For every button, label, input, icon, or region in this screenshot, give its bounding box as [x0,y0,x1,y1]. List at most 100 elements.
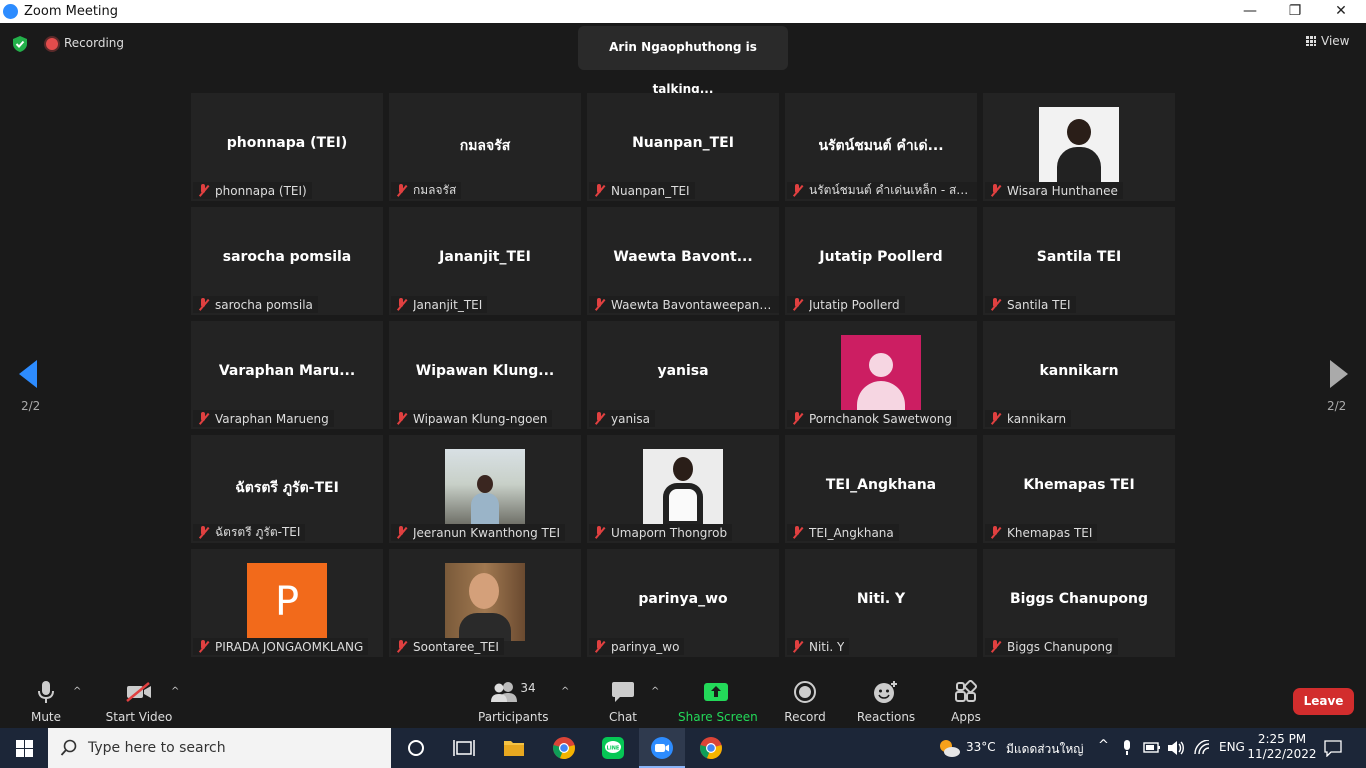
weather-sun-icon[interactable] [937,737,961,759]
participants-icon [491,682,518,702]
muted-mic-icon [790,412,804,425]
leave-button[interactable]: Leave [1293,688,1354,715]
close-button[interactable]: ✕ [1318,0,1364,23]
chrome-icon[interactable] [699,736,723,760]
line-app-icon[interactable]: LINE [601,736,625,760]
chrome-icon[interactable] [552,736,576,760]
participant-tile[interactable]: Niti. Y Niti. Y [785,549,977,657]
participant-tile[interactable]: P PIRADA JONGAOMKLANG [191,549,383,657]
participant-tile[interactable]: sarocha pomsila sarocha pomsila [191,207,383,315]
participant-label: นรัตน์ชมนต์ คำเด่นเหล็ก - สถา... [787,182,977,199]
participant-tile[interactable]: Jutatip Poollerd Jutatip Poollerd [785,207,977,315]
participant-photo [445,563,525,641]
next-page-arrow-icon[interactable] [1330,360,1348,388]
participant-tile[interactable]: kannikarn kannikarn [983,321,1175,429]
shield-icon[interactable] [11,35,29,53]
participant-label: Umaporn Thongrob [589,524,733,541]
windows-taskbar: Type here to search LINE 33°C มีแดดส่วนใ… [0,728,1366,768]
battery-icon[interactable] [1143,741,1161,755]
clock-time: 2:25 PM [1257,732,1307,746]
apps-button[interactable]: Apps [946,680,986,724]
muted-mic-icon [196,526,210,539]
participant-label: Biggs Chanupong [985,638,1118,655]
chat-icon [612,682,634,702]
participant-tile[interactable]: Waewta Bavont... Waewta Bavontaweepanya_… [587,207,779,315]
wifi-icon[interactable] [1193,740,1211,756]
participant-tile[interactable]: Khemapas TEI Khemapas TEI [983,435,1175,543]
participant-tile[interactable]: Wipawan Klung... Wipawan Klung-ngoen [389,321,581,429]
participant-tile[interactable]: Jeeranun Kwanthong TEI [389,435,581,543]
participant-label: Varaphan Marueng [193,410,334,427]
participant-tile[interactable]: yanisa yanisa [587,321,779,429]
taskbar-search-box[interactable]: Type here to search [48,728,391,768]
participant-label: Waewta Bavontaweepanya_... [589,296,779,313]
title-bar: Zoom Meeting — ❐ ✕ [0,0,1366,23]
audio-options-caret-icon[interactable]: ^ [73,686,81,697]
weather-description[interactable]: มีแดดส่วนใหญ่ [1006,740,1084,759]
zoom-logo-icon [3,4,18,19]
participant-label: phonnapa (TEI) [193,182,312,199]
clock-date: 11/22/2022 [1247,747,1317,761]
volume-icon[interactable] [1167,740,1185,756]
minimize-button[interactable]: — [1227,0,1273,23]
muted-mic-icon [196,184,210,197]
participant-tile[interactable]: parinya_wo parinya_wo [587,549,779,657]
participant-name: นรัตน์ชมนต์ คำเด่... [818,138,944,154]
zoom-taskbar-active[interactable] [639,728,685,768]
participant-tile[interactable]: กมลจรัส กมลจรัส [389,93,581,201]
participant-tile[interactable]: Pornchanok Sawetwong [785,321,977,429]
windows-start-button[interactable] [0,728,48,768]
view-button[interactable]: View [1306,34,1349,48]
participant-name: yanisa [657,363,709,379]
restore-button[interactable]: ❐ [1272,0,1318,23]
chevron-up-icon[interactable]: ^ [1098,738,1109,753]
muted-mic-icon [196,412,210,425]
svg-text:LINE: LINE [607,746,620,752]
file-explorer-icon[interactable] [502,736,526,760]
notifications-icon[interactable] [1324,739,1342,757]
participant-tile[interactable]: TEI_Angkhana TEI_Angkhana [785,435,977,543]
record-button[interactable]: Record [782,680,828,724]
participant-tile[interactable]: ฉัตรตรี ภูรัต-TEI ฉัตรตรี ภูรัต-TEI [191,435,383,543]
recording-label[interactable]: Recording [64,36,124,50]
page-indicator-right: 2/2 [1327,399,1347,413]
video-options-caret-icon[interactable]: ^ [171,686,179,697]
participant-tile[interactable]: Umaporn Thongrob [587,435,779,543]
participants-button[interactable]: 34 Participants [478,680,549,724]
task-view-icon[interactable] [452,736,476,760]
microphone-tray-icon[interactable] [1121,740,1133,756]
page-indicator-left: 2/2 [21,399,41,413]
participant-tile[interactable]: Jananjit_TEI Jananjit_TEI [389,207,581,315]
share-screen-button[interactable]: Share Screen [678,680,758,724]
reactions-button[interactable]: Reactions [856,680,916,724]
participant-tile[interactable]: Santila TEI Santila TEI [983,207,1175,315]
participant-tile[interactable]: Varaphan Maru... Varaphan Marueng [191,321,383,429]
participant-tile[interactable]: Nuanpan_TEI Nuanpan_TEI [587,93,779,201]
participant-label: Khemapas TEI [985,524,1098,541]
participants-caret-icon[interactable]: ^ [561,686,569,697]
cortana-icon[interactable] [404,736,428,760]
muted-mic-icon [592,640,606,653]
participant-photo [1039,107,1119,185]
start-video-button[interactable]: Start Video [104,680,174,724]
input-language[interactable]: ENG [1219,740,1245,754]
participant-tile[interactable]: phonnapa (TEI) phonnapa (TEI) [191,93,383,201]
weather-temperature[interactable]: 33°C [966,740,996,754]
muted-mic-icon [394,184,408,197]
participants-count: 34 [520,681,536,695]
muted-mic-icon [592,526,606,539]
taskbar-clock[interactable]: 2:25 PM 11/22/2022 [1246,732,1318,762]
chat-button[interactable]: Chat [603,680,643,724]
mute-button[interactable]: Mute [26,680,66,724]
chat-caret-icon[interactable]: ^ [651,686,659,697]
previous-page-arrow-icon[interactable] [19,360,37,388]
participant-name: Jananjit_TEI [439,249,531,265]
participant-tile[interactable]: Biggs Chanupong Biggs Chanupong [983,549,1175,657]
muted-mic-icon [988,184,1002,197]
participant-tile[interactable]: นรัตน์ชมนต์ คำเด่... นรัตน์ชมนต์ คำเด่นเ… [785,93,977,201]
muted-mic-icon [790,640,804,653]
participant-label: yanisa [589,410,655,427]
participant-name: Santila TEI [1036,249,1122,265]
participant-tile[interactable]: Soontaree_TEI [389,549,581,657]
participant-tile[interactable]: Wisara Hunthanee [983,93,1175,201]
